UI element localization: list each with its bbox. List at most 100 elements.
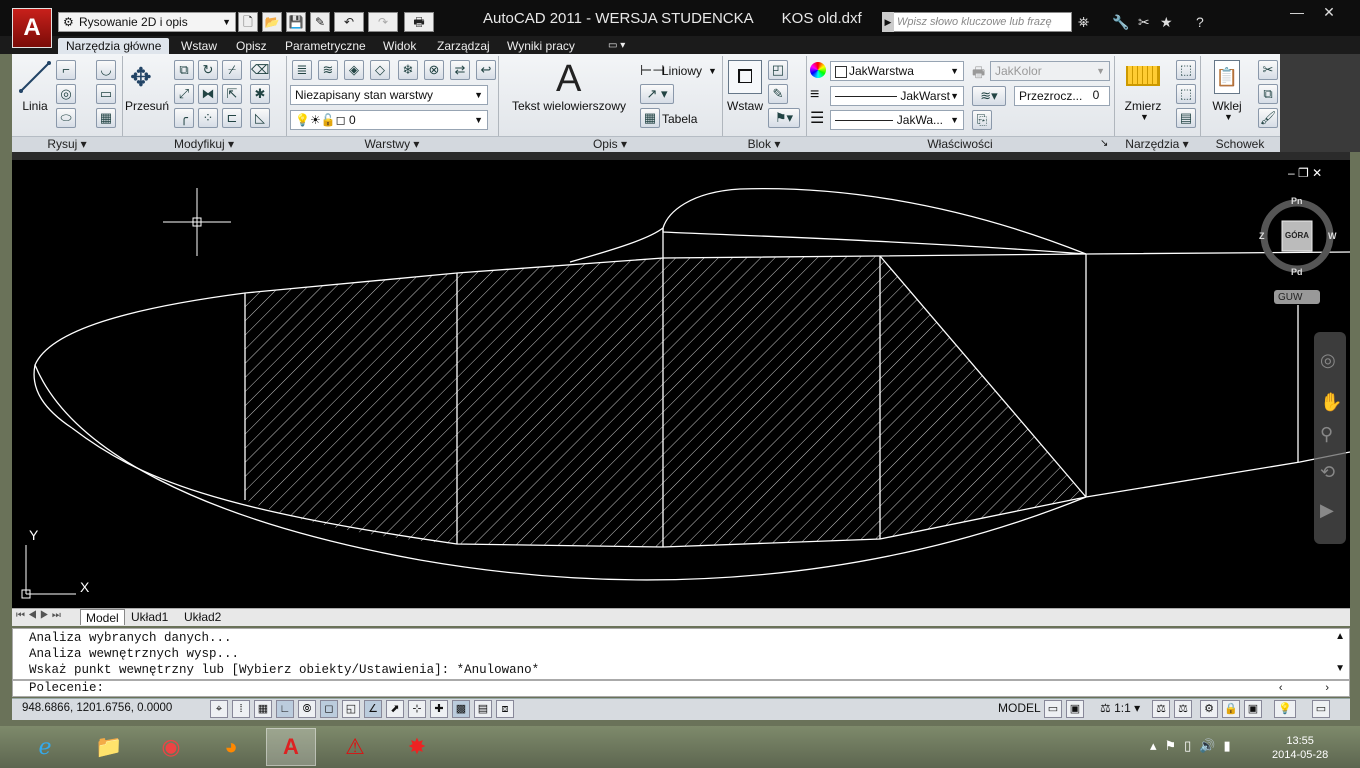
scroll-down-icon[interactable]: ▼ — [1335, 663, 1345, 674]
quick-select-icon[interactable]: ⬚ — [1176, 60, 1196, 80]
coordinates-display[interactable]: 948.6866, 1201.6756, 0.0000 — [22, 702, 172, 714]
workspace-switching-icon[interactable]: ⚙ — [1200, 700, 1218, 718]
communication-center-icon[interactable]: 🔧 — [1112, 12, 1129, 32]
layer-previous-icon[interactable]: ↩ — [476, 60, 496, 80]
linetype-combo[interactable]: JakWarst ▼ — [830, 86, 964, 106]
tab-parametric[interactable]: Parametryczne — [277, 38, 374, 54]
hatch-region[interactable] — [245, 256, 1086, 547]
redo-button[interactable]: ↷ — [368, 12, 398, 32]
layer-combo[interactable]: 💡☀🔓◻ 0 ▼ — [290, 110, 488, 130]
save-as-button[interactable]: ✎ — [310, 12, 330, 32]
viewcube-west[interactable]: Z — [1259, 231, 1265, 241]
help-icon[interactable]: ? — [1196, 12, 1204, 32]
command-history[interactable]: Analiza wybranych danych... Analiza wewn… — [12, 628, 1350, 680]
fillet-icon[interactable]: ╭ — [174, 108, 194, 128]
system-tray-icons[interactable]: ▴⚑▯🔊▮ — [1150, 738, 1239, 754]
linetype-icon[interactable]: ≡ — [810, 87, 819, 103]
chevron-down-icon[interactable]: ▼ — [708, 66, 717, 76]
rotate-icon[interactable]: ↻ — [198, 60, 218, 80]
minimize-button[interactable]: — — [1280, 0, 1314, 24]
print-button[interactable]: 🖶 — [404, 12, 434, 32]
tab-navigation-arrows[interactable]: ⏮◀▶⏭ — [16, 610, 64, 621]
new-file-button[interactable]: 🗋 — [238, 12, 258, 32]
explode-icon[interactable]: ✱ — [250, 84, 270, 104]
transparency-toggle-icon[interactable]: ▩ — [452, 700, 470, 718]
viewcube-east[interactable]: W — [1328, 231, 1337, 241]
annotation-scale[interactable]: ⚖ 1:1 ▾ — [1100, 701, 1140, 715]
chamfer-icon[interactable]: ◺ — [250, 108, 270, 128]
file-explorer-icon[interactable]: 📁 — [84, 728, 134, 766]
chrome-icon[interactable]: ◉ — [146, 728, 196, 766]
tab-layout2[interactable]: Układ2 — [179, 609, 226, 625]
block-attributes-icon[interactable]: ⚑▾ — [768, 108, 800, 128]
rectangle-icon[interactable]: ▭ — [96, 84, 116, 104]
chevron-down-icon[interactable]: ▼ — [1140, 112, 1149, 122]
measure-icon[interactable] — [1126, 66, 1160, 86]
layer-match-icon[interactable]: ⇄ — [450, 60, 470, 80]
canopy[interactable] — [569, 187, 1087, 263]
model-space-toggle[interactable]: MODEL — [998, 701, 1041, 715]
tab-view[interactable]: Widok — [375, 38, 424, 54]
paint-splash-icon[interactable]: ✸ — [392, 728, 442, 766]
arc-icon[interactable]: ◡ — [96, 60, 116, 80]
panel-properties-label[interactable]: Właściwości — [806, 136, 1114, 152]
tab-model[interactable]: Model — [80, 609, 125, 625]
infer-constraints-icon[interactable]: ⌖ — [210, 700, 228, 718]
tab-output[interactable]: Wyniki pracy — [499, 38, 583, 54]
subscription-icon[interactable]: ✂ — [1138, 12, 1150, 32]
quick-properties-icon[interactable]: ▤ — [474, 700, 492, 718]
copy-icon[interactable]: ⧉ — [174, 60, 194, 80]
linear-dimension-icon[interactable]: ⊢⊣ — [640, 62, 664, 79]
match-clip-icon[interactable]: 🖌 — [1258, 108, 1278, 128]
lineweight-combo[interactable]: JakWa... ▼ — [830, 110, 964, 130]
transparency-value[interactable]: 0 — [1084, 88, 1108, 104]
annotation-visibility-icon[interactable]: ⚖ — [1152, 700, 1170, 718]
internet-explorer-icon[interactable]: ℯ — [20, 728, 70, 766]
clean-screen-icon[interactable]: ▭ — [1312, 700, 1330, 718]
save-button[interactable]: 💾 — [286, 12, 306, 32]
panel-annotation-label[interactable]: Opis ▾ — [498, 136, 722, 152]
scroll-left-right-icon[interactable]: ‹ › — [1279, 681, 1329, 696]
orbit-icon[interactable]: ⟲ — [1320, 462, 1335, 483]
viewcube-north[interactable]: Pn — [1291, 196, 1303, 206]
panel-layers-label[interactable]: Warstwy ▾ — [286, 136, 498, 152]
pan-hand-icon[interactable]: ✋ — [1320, 392, 1342, 413]
acrobat-icon[interactable]: ⚠ — [330, 728, 380, 766]
layer-properties-icon[interactable]: ≣ — [292, 60, 312, 80]
mtext-icon[interactable]: A — [556, 58, 581, 101]
dialog-launcher-icon[interactable]: ↘ — [1100, 138, 1108, 149]
application-menu-button[interactable]: A — [12, 8, 52, 48]
mirror-icon[interactable]: ⧓ — [198, 84, 218, 104]
stretch-icon[interactable]: ⤢ — [174, 84, 194, 104]
ribbon-minimize-toggle[interactable]: ▭ ▾ — [600, 38, 633, 54]
circle-icon[interactable]: ◎ — [56, 84, 76, 104]
drawing-area[interactable] — [12, 160, 1350, 608]
chevron-down-icon[interactable]: ▼ — [1224, 112, 1233, 122]
drawing-canvas[interactable] — [12, 160, 1350, 608]
move-icon[interactable]: ✥ — [130, 62, 152, 93]
erase-icon[interactable]: ⌫ — [250, 60, 270, 80]
undo-button[interactable]: ↶ — [334, 12, 364, 32]
polar-icon[interactable]: ⦾ — [298, 700, 316, 718]
trim-icon[interactable]: ⌿ — [222, 60, 242, 80]
layer-off-icon[interactable]: ◇ — [370, 60, 390, 80]
system-clock[interactable]: 13:55 2014-05-28 — [1272, 734, 1328, 762]
quick-view-layouts-icon[interactable]: ▭ — [1044, 700, 1062, 718]
tab-layout1[interactable]: Układ1 — [126, 609, 173, 625]
layer-state-icon[interactable]: ≋ — [318, 60, 338, 80]
viewcube-south[interactable]: Pd — [1291, 267, 1303, 277]
create-block-icon[interactable]: ◰ — [768, 60, 788, 80]
auto-scale-icon[interactable]: ⚖ — [1174, 700, 1192, 718]
grid-icon[interactable]: ▦ — [254, 700, 272, 718]
layer-isolate-icon[interactable]: ◈ — [344, 60, 364, 80]
otrack-icon[interactable]: ∠ — [364, 700, 382, 718]
viewcube-top-face[interactable]: GÓRA — [1285, 231, 1309, 240]
showmotion-icon[interactable]: ▶ — [1320, 500, 1334, 521]
select-similar-icon[interactable]: ⬚ — [1176, 84, 1196, 104]
zoom-icon[interactable]: ⚲ — [1320, 424, 1333, 445]
hatch-icon[interactable]: ▦ — [96, 108, 116, 128]
color-combo[interactable]: JakWarstwa ▼ — [830, 61, 964, 81]
edit-block-icon[interactable]: ✎ — [768, 84, 788, 104]
color-wheel-icon[interactable] — [810, 62, 826, 78]
leader-icon[interactable]: ↗ ▾ — [640, 84, 674, 104]
